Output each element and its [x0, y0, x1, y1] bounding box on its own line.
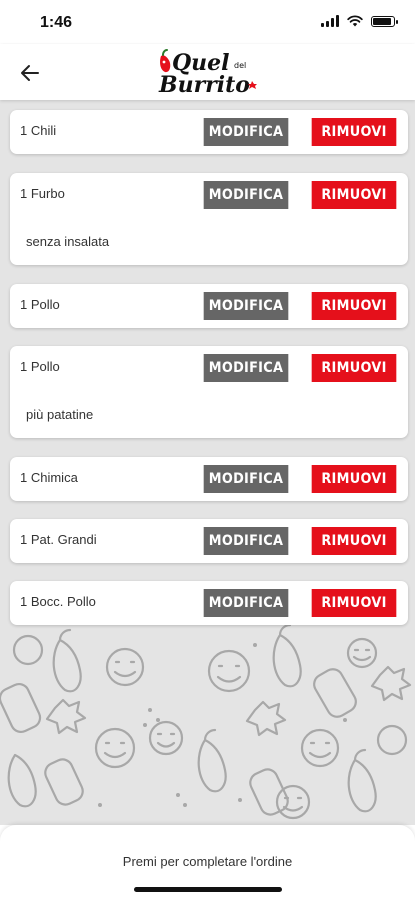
item-name: 1 Furbo [20, 186, 65, 201]
edit-item-button[interactable]: MODIFICA [203, 589, 289, 617]
back-arrow-icon[interactable] [18, 62, 42, 84]
edit-item-button[interactable]: MODIFICA [203, 354, 289, 382]
remove-item-button[interactable]: RIMUOVI [311, 181, 397, 209]
cellular-signal-icon [321, 15, 339, 27]
wifi-icon [347, 15, 363, 27]
edit-item-button[interactable]: MODIFICA [203, 465, 289, 493]
home-indicator[interactable] [134, 887, 282, 892]
cart-item-card: 1 Pat. Grandi MODIFICA RIMUOVI [10, 519, 408, 563]
status-time: 1:46 [40, 14, 73, 31]
logo-text-small: del [234, 61, 246, 70]
item-name: 1 Chili [20, 123, 57, 138]
edit-item-button[interactable]: MODIFICA [203, 527, 289, 555]
logo-text-bottom: Burrito [158, 72, 250, 98]
remove-item-button[interactable]: RIMUOVI [311, 465, 397, 493]
app-header: Quel del Burrito [0, 44, 415, 100]
item-note: senza insalata [26, 234, 110, 249]
edit-item-button[interactable]: MODIFICA [203, 292, 289, 320]
remove-item-button[interactable]: RIMUOVI [311, 527, 397, 555]
battery-icon [371, 15, 398, 27]
remove-item-button[interactable]: RIMUOVI [311, 354, 397, 382]
item-name: 1 Bocc. Pollo [20, 594, 96, 609]
cart-item-card: 1 Bocc. Pollo MODIFICA RIMUOVI [10, 581, 408, 625]
remove-item-button[interactable]: RIMUOVI [311, 292, 397, 320]
cart-item-card: 1 Chimica MODIFICA RIMUOVI [10, 457, 408, 501]
cart-item-card: 1 Chili MODIFICA RIMUOVI [10, 110, 408, 154]
item-name: 1 Pollo [20, 297, 60, 312]
cart-item-card: 1 Pollo MODIFICA RIMUOVI [10, 284, 408, 328]
brand-logo: Quel del Burrito [158, 49, 257, 98]
item-name: 1 Chimica [20, 470, 78, 485]
status-bar: 1:46 [0, 0, 415, 44]
edit-item-button[interactable]: MODIFICA [203, 118, 289, 146]
cart-item-card: 1 Furbo MODIFICA RIMUOVI senza insalata [10, 173, 408, 265]
cart-list[interactable]: 1 Chili MODIFICA RIMUOVI 1 Furbo MODIFIC… [0, 100, 415, 825]
cart-item-card: 1 Pollo MODIFICA RIMUOVI più patatine [10, 346, 408, 438]
item-name: 1 Pat. Grandi [20, 532, 97, 547]
item-note: più patatine [26, 407, 94, 422]
item-name: 1 Pollo [20, 359, 60, 374]
remove-item-button[interactable]: RIMUOVI [311, 589, 397, 617]
complete-order-label: Premi per completare l'ordine [122, 854, 293, 869]
edit-item-button[interactable]: MODIFICA [203, 181, 289, 209]
remove-item-button[interactable]: RIMUOVI [311, 118, 397, 146]
status-icons [321, 15, 398, 27]
